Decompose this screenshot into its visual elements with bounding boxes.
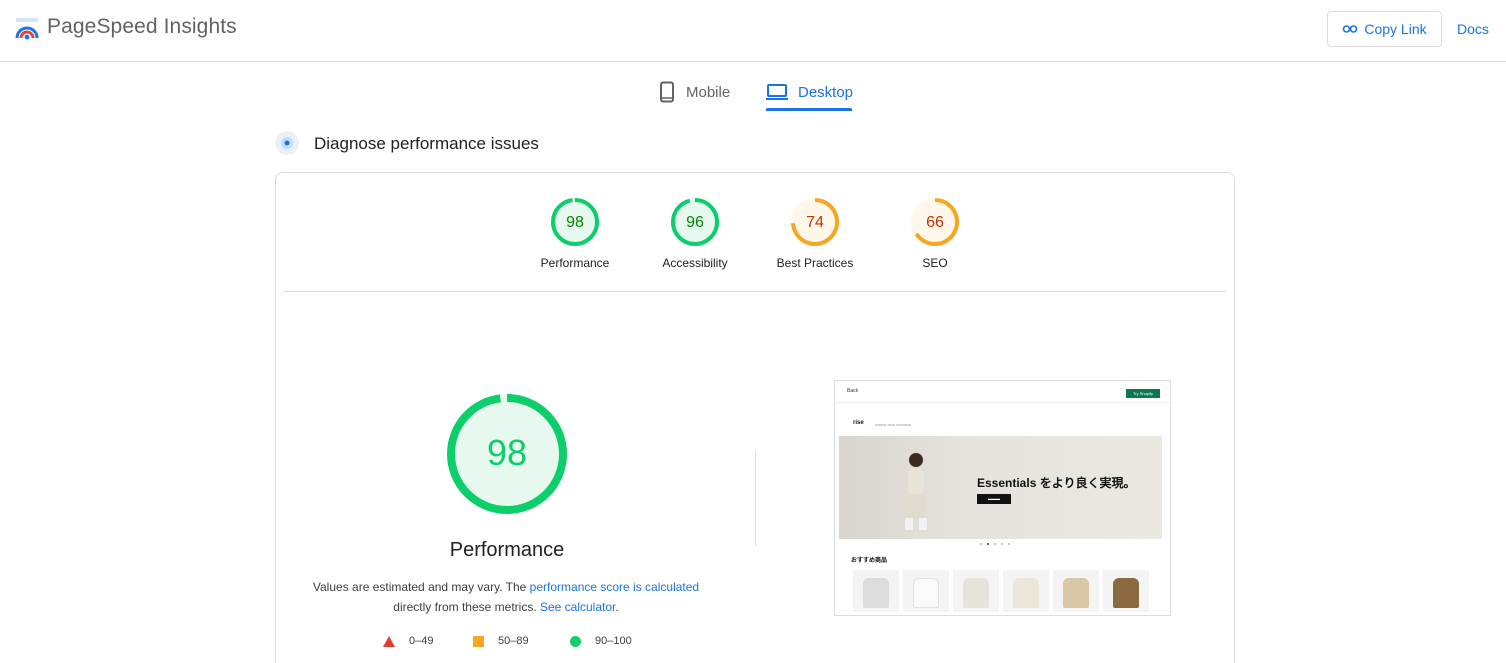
gauge-ring: 96 [671,198,719,246]
circle-icon [570,635,581,647]
legend-range: 90–100 [595,635,632,647]
gauge-accessibility[interactable]: 96 Accessibility [635,196,755,270]
tab-mobile-label: Mobile [686,83,731,101]
screenshot-cta: Try Shopify [1126,389,1160,398]
svg-text:98: 98 [566,214,584,231]
estimate-note: Values are estimated and may vary. The p… [296,577,716,617]
report-card: 98 Performance 96 Accessibility 74 Best … [275,172,1235,663]
performance-score-link[interactable]: performance score is calculated [530,580,699,594]
screenshot-logo: rise [853,420,864,426]
screenshot-hero-title: Essentials をより良く実現。 [977,476,1136,490]
product-thumb [1053,570,1099,612]
svg-text:74: 74 [806,214,824,231]
page-screenshot: Back Try Shopify rise ▭▭▭ ▭▭ ▭▭▭▭ Essent… [834,380,1171,616]
note-text: . [615,600,619,614]
screenshot-hero: Essentials をより良く実現。 ▬▬▬ [839,436,1162,539]
gauge-performance[interactable]: 98 Performance [515,196,635,270]
svg-text:66: 66 [926,214,944,231]
screenshot-section-title: おすすめ商品 [851,558,888,564]
docs-link[interactable]: Docs [1457,21,1489,37]
model-photo [905,453,927,530]
top-header: PageSpeed Insights Copy Link Docs [0,0,1506,62]
product-thumb [953,570,999,612]
pagespeed-logo-icon [15,18,39,40]
link-icon [1343,25,1358,33]
product-thumb [903,570,949,612]
gauge-seo[interactable]: 66 SEO [875,196,995,270]
vertical-divider [755,451,756,546]
tab-mobile[interactable]: Mobile [658,74,730,110]
see-calculator-link[interactable]: See calculator [540,600,615,614]
tab-desktop-label: Desktop [798,83,854,101]
triangle-icon [383,635,395,647]
note-text: Values are estimated and may vary. The [312,580,530,594]
main-gauge-label: Performance [449,539,565,561]
product-thumb [853,570,899,612]
screenshot-hero-button: ▬▬▬ [977,494,1011,504]
divider [284,291,1226,292]
note-text: directly from these metrics. [393,600,540,614]
gauge-label: SEO [922,256,948,270]
product-thumb [1103,570,1149,612]
screenshot-products [853,570,1149,612]
screenshot-back: Back [847,388,859,394]
gauge-ring: 66 [911,198,959,246]
square-icon [473,635,484,647]
legend-range: 0–49 [409,635,434,647]
section-title: Diagnose performance issues [314,134,539,153]
legend-range: 50–89 [498,635,529,647]
svg-text:98: 98 [487,432,527,473]
gauge-label: Best Practices [776,256,854,270]
gauge-label: Accessibility [662,256,728,270]
diagnose-icon [275,131,299,155]
gauge-ring: 74 [791,198,839,246]
copy-link-button[interactable]: Copy Link [1327,11,1442,47]
copy-link-label: Copy Link [1364,21,1427,37]
gauge-label: Performance [540,256,610,270]
product-thumb [1003,570,1049,612]
tab-desktop[interactable]: Desktop [766,74,854,111]
carousel-dots [980,543,1010,545]
legend-pass: 90–100 [570,635,632,647]
gauge-ring: 98 [551,198,599,246]
main-performance-gauge: 98 [447,394,567,514]
phone-icon [660,81,674,103]
svg-text:96: 96 [686,214,704,231]
app-title: PageSpeed Insights [47,15,237,38]
screenshot-topbar: Back Try Shopify [835,381,1170,403]
screenshot-nav-links: ▭▭▭ ▭▭ ▭▭▭▭ [875,422,912,427]
legend-average: 50–89 [473,635,529,647]
legend-fail: 0–49 [383,635,433,647]
gauge-best-practices[interactable]: 74 Best Practices [755,196,875,270]
laptop-icon [766,84,788,100]
